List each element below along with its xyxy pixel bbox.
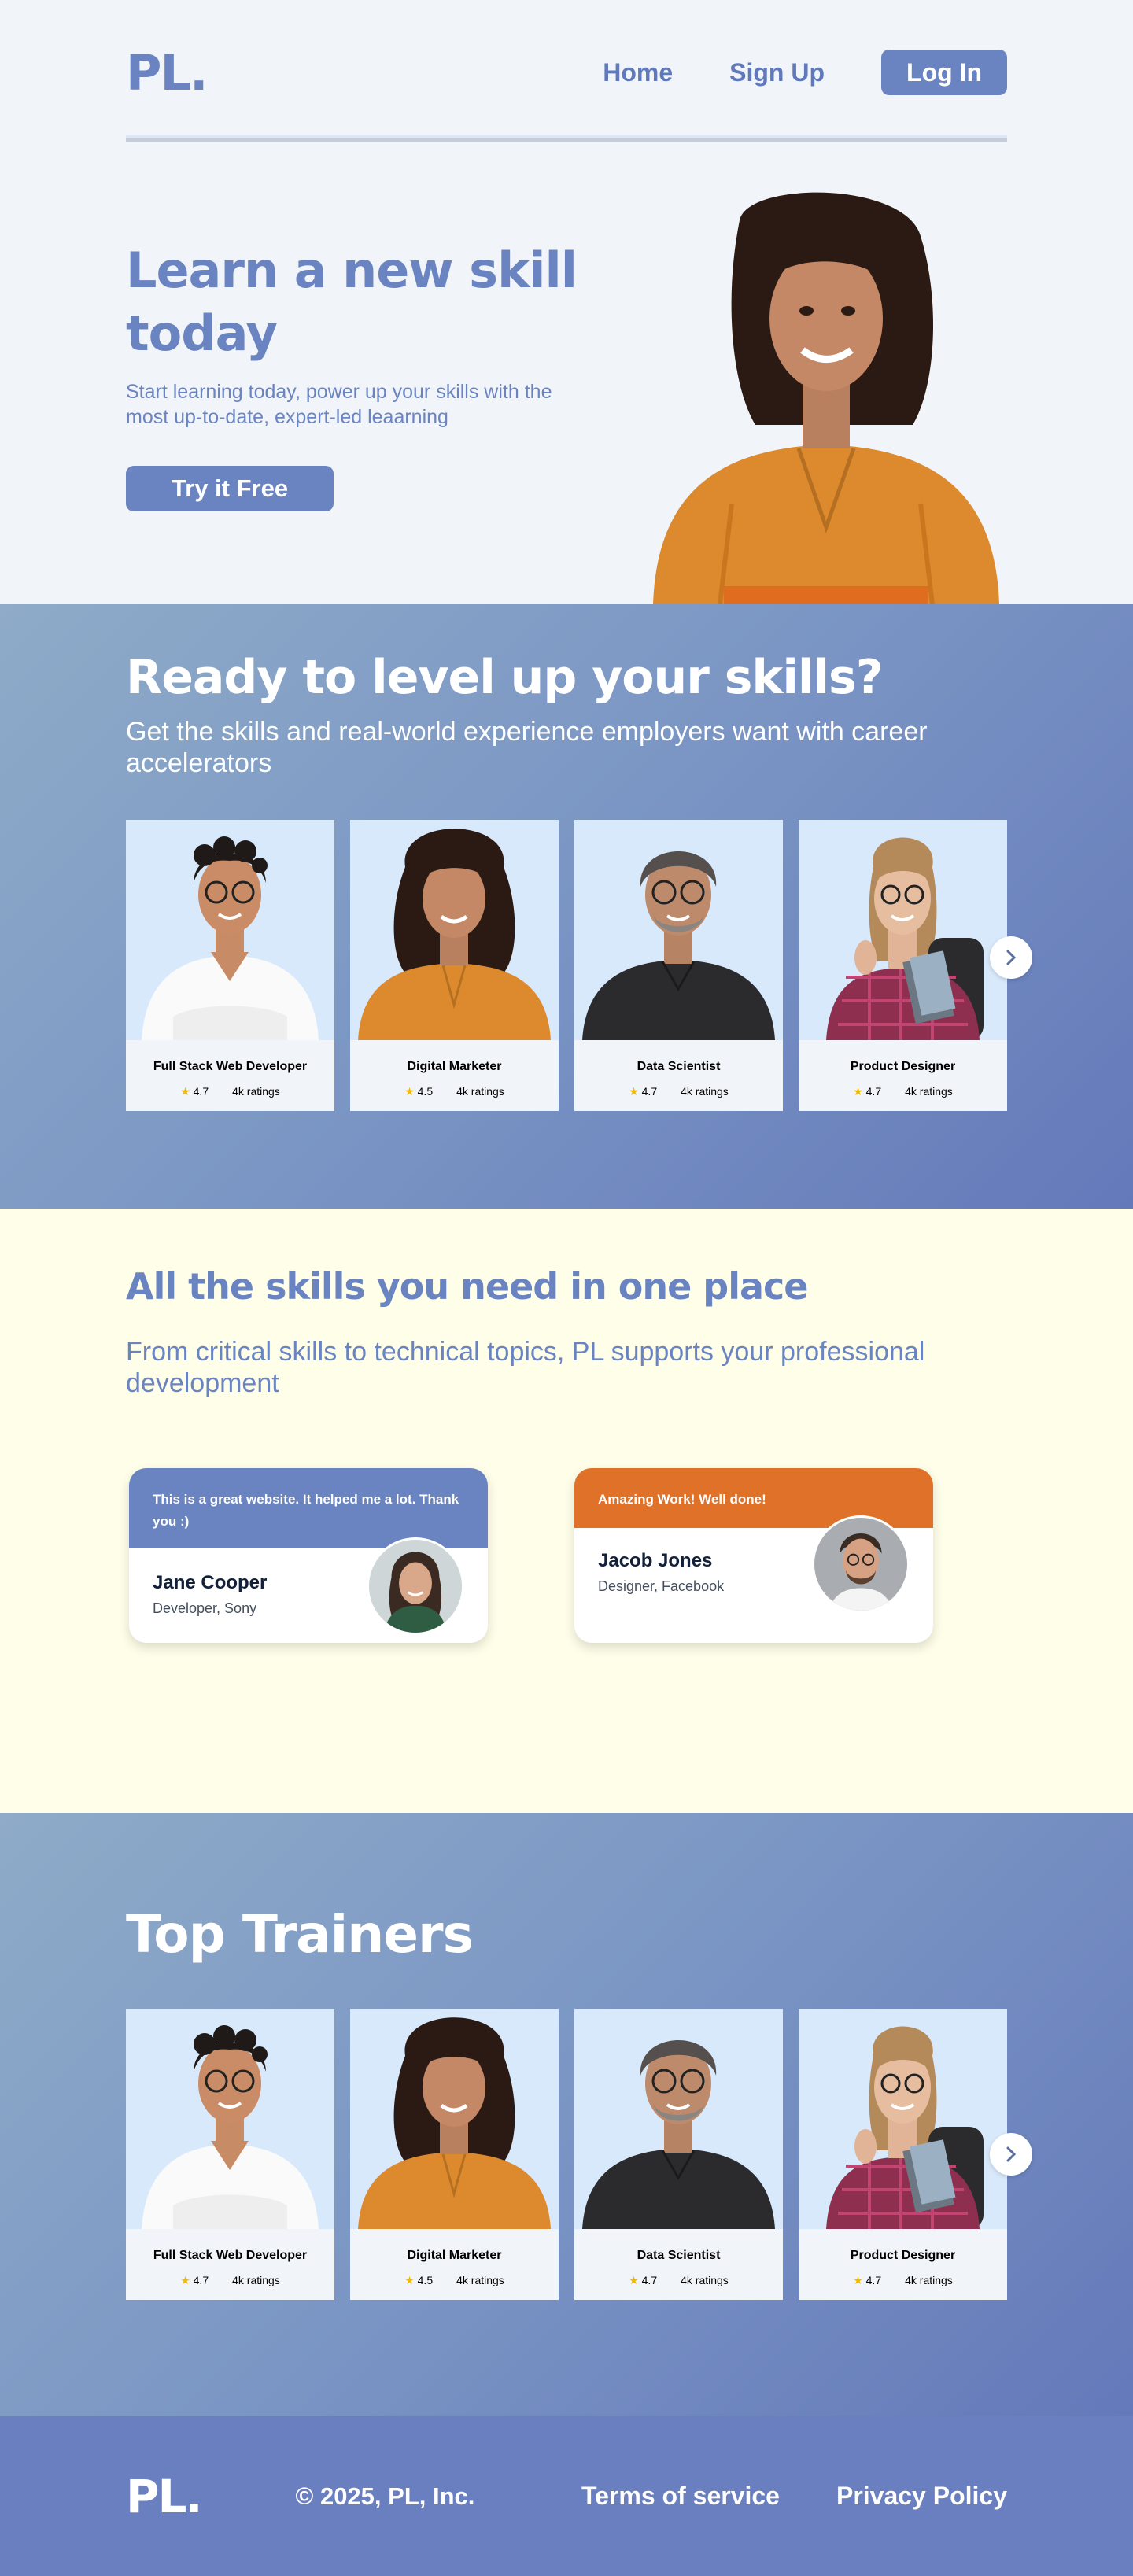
trainer-ratings-count: 4k ratings [905,2274,953,2286]
course-carousel: Full Stack Web Developer ★ 4.7 4k ratings… [126,820,1032,1111]
trainer-ratings-count: 4k ratings [232,2274,280,2286]
hero-section: PL. Home Sign Up Log In Learn a new skil… [0,0,1133,604]
trainer-photo [350,2009,559,2229]
try-free-button[interactable]: Try it Free [126,466,334,511]
footer-logo[interactable]: PL. [126,2470,202,2523]
trainer-photo [799,820,1007,1042]
privacy-link[interactable]: Privacy Policy [836,2482,1007,2511]
trainer-title: Full Stack Web Developer [153,2249,308,2262]
course-ratings-count: 4k ratings [905,1085,953,1098]
trainer-carousel: Full Stack Web Developer ★ 4.7 4k ratings… [126,2009,1032,2300]
trainer-photo [574,820,783,1042]
trainer-rating: 4.5 [417,2274,434,2286]
trainer-photo [350,820,559,1040]
star-icon: ★ [404,1085,415,1098]
hero-photo [653,192,999,604]
course-rating: 4.5 [417,1085,434,1098]
course-title: Data Scientist [637,1060,721,1073]
skills-section: All the skills you need in one place Fro… [0,1209,1133,1813]
chevron-right-icon [1006,2146,1017,2162]
logo[interactable]: PL. [126,44,208,101]
nav-signup-link[interactable]: Sign Up [729,58,825,87]
testimonial-quote: This is a great website. It helped me a … [129,1468,488,1548]
course-ratings-count: 4k ratings [681,1085,729,1098]
course-ratings-count: 4k ratings [456,1085,504,1098]
trainer-card[interactable]: Product Designer ★ 4.7 4k ratings [799,2009,1007,2300]
testimonial-card: Amazing Work! Well done! Jacob Jones Des… [574,1468,933,1643]
star-icon: ★ [629,1085,639,1098]
top-nav: PL. Home Sign Up Log In [126,0,1007,145]
terms-link[interactable]: Terms of service [581,2482,780,2511]
trainer-photo [126,2009,334,2231]
course-ratings-count: 4k ratings [232,1085,280,1098]
trainer-ratings-count: 4k ratings [456,2274,504,2286]
course-title: Product Designer [850,1060,956,1073]
nav-home-link[interactable]: Home [603,58,673,87]
course-card[interactable]: Data Scientist ★ 4.7 4k ratings [574,820,783,1111]
copyright: © 2025, PL, Inc. [295,2482,475,2510]
star-icon: ★ [404,2274,415,2286]
star-icon: ★ [853,1085,863,1098]
trainer-title: Data Scientist [637,2249,721,2262]
course-rating: 4.7 [193,1085,209,1098]
top-trainers-title: Top Trainers [126,1904,474,1965]
hero-subtitle: Start learning today, power up your skil… [126,381,552,428]
testimonial-card: This is a great website. It helped me a … [129,1468,488,1643]
star-icon: ★ [180,2274,190,2286]
login-button[interactable]: Log In [881,50,1007,95]
trainer-rating: 4.7 [641,2274,658,2286]
trainer-photo [126,820,334,1042]
course-card[interactable]: Product Designer ★ 4.7 4k ratings [799,820,1007,1111]
testimonial-role: Developer, Sony [153,1600,257,1616]
hero-text: Learn a new skill today Start learning t… [126,239,598,511]
skills-subtitle: From critical skills to technical topics… [126,1337,925,1398]
testimonial-name: Jacob Jones [598,1550,713,1571]
avatar [812,1515,910,1613]
testimonial-role: Designer, Facebook [598,1578,725,1594]
testimonials: This is a great website. It helped me a … [129,1468,1007,1643]
trainer-card[interactable]: Digital Marketer ★ 4.5 4k ratings [350,2009,559,2300]
top-trainers-section: Top Trainers Full Stack Web Developer ★ … [0,1813,1133,2416]
course-title: Full Stack Web Developer [153,1060,308,1073]
star-icon: ★ [180,1085,190,1098]
level-up-section: Ready to level up your skills? Get the s… [0,604,1133,1209]
trainer-title: Product Designer [850,2249,956,2262]
carousel-next-button[interactable] [990,936,1032,979]
trainer-card[interactable]: Full Stack Web Developer ★ 4.7 4k ratings [126,2009,334,2300]
trainer-ratings-count: 4k ratings [681,2274,729,2286]
chevron-right-icon [1006,950,1017,965]
level-up-subtitle: Get the skills and real-world experience… [126,717,928,778]
trainer-photo [799,2009,1007,2231]
avatar [367,1537,464,1635]
star-icon: ★ [629,2274,639,2286]
course-rating: 4.7 [865,1085,882,1098]
trainer-title: Digital Marketer [407,2249,502,2262]
level-up-title: Ready to level up your skills? [126,650,884,705]
trainer-photo [574,2009,783,2231]
course-rating: 4.7 [641,1085,658,1098]
skills-title: All the skills you need in one place [126,1265,809,1308]
course-title: Digital Marketer [407,1060,502,1073]
carousel-next-button[interactable] [990,2133,1032,2176]
trainer-rating: 4.7 [193,2274,209,2286]
course-card[interactable]: Digital Marketer ★ 4.5 4k ratings [350,820,559,1111]
testimonial-name: Jane Cooper [153,1572,268,1593]
course-card[interactable]: Full Stack Web Developer ★ 4.7 4k ratings [126,820,334,1111]
trainer-rating: 4.7 [865,2274,882,2286]
trainer-card[interactable]: Data Scientist ★ 4.7 4k ratings [574,2009,783,2300]
footer: PL. © 2025, PL, Inc. Terms of service Pr… [0,2416,1133,2576]
hero-title: Learn a new skill today [126,242,578,362]
star-icon: ★ [853,2274,863,2286]
